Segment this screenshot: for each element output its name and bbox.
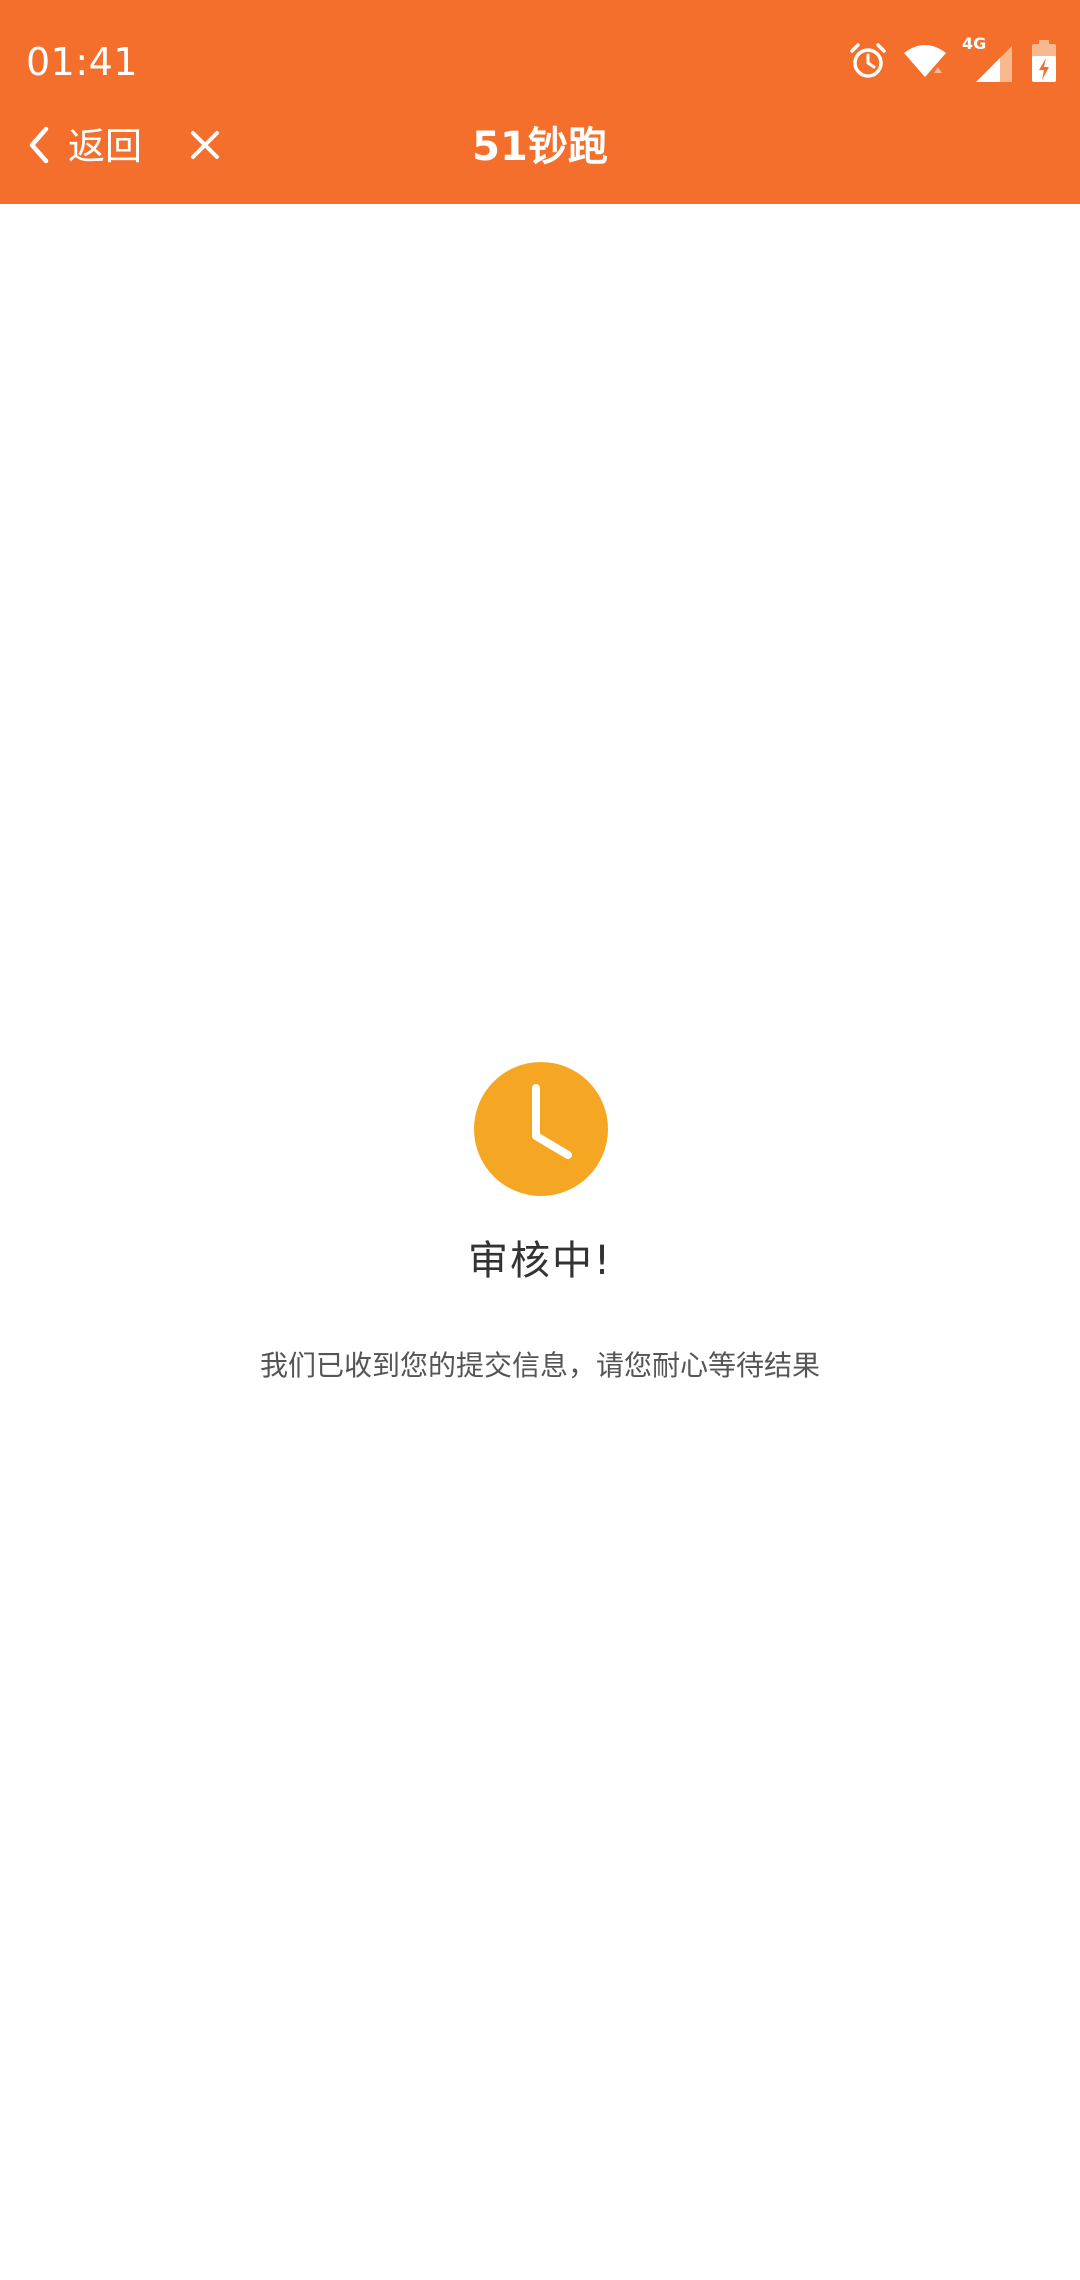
page-title: 51钞跑 (472, 124, 608, 170)
chevron-left-icon (24, 125, 54, 169)
wifi-icon (902, 43, 948, 79)
app-bar: 01:41 4G 返回 51钞跑 (0, 0, 1080, 204)
signal-icon: 4G (962, 34, 1016, 84)
close-button[interactable] (178, 120, 232, 174)
alarm-icon (848, 41, 888, 81)
back-label: 返回 (68, 125, 142, 168)
battery-charging-icon (1030, 39, 1058, 83)
status-icons: 4G (848, 34, 1058, 84)
review-status-message: 我们已收到您的提交信息，请您耐心等待结果 (259, 1349, 820, 1382)
review-status-heading: 审核中! (467, 1238, 613, 1284)
clock-icon (474, 1062, 608, 1196)
review-status-page: 审核中! 我们已收到您的提交信息，请您耐心等待结果 (0, 204, 1080, 2280)
back-button[interactable]: 返回 (24, 112, 142, 182)
close-icon (188, 128, 222, 166)
nav-bar: 返回 51钞跑 (0, 112, 1080, 182)
status-time: 01:41 (26, 40, 139, 84)
